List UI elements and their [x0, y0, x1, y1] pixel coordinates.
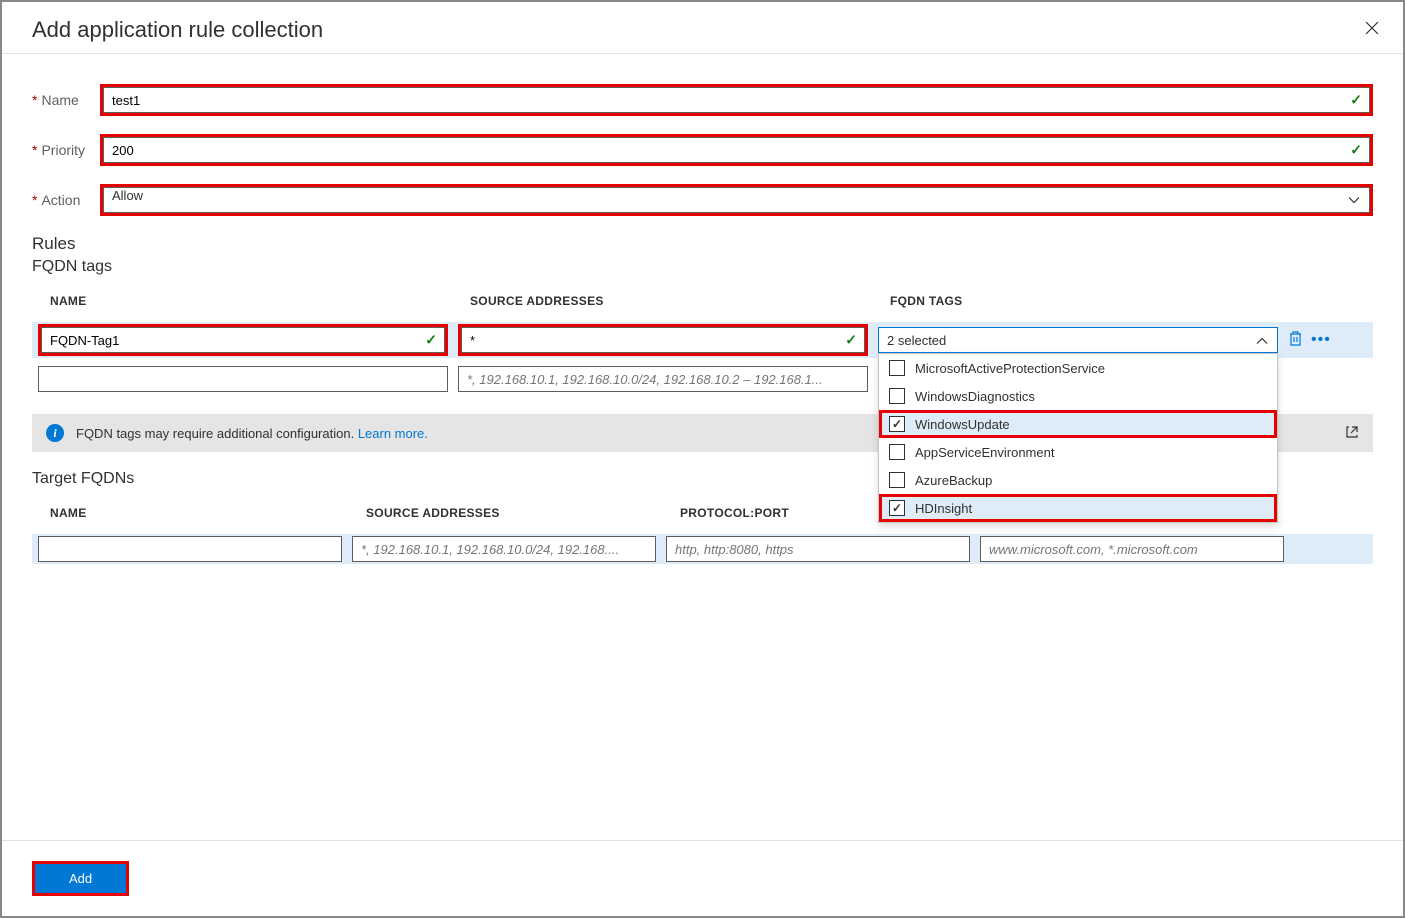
check-icon: ✓: [425, 332, 437, 349]
fqdn-tags-dropdown-list: MicrosoftActiveProtectionService Windows…: [878, 353, 1278, 523]
dropdown-item[interactable]: WindowsDiagnostics: [879, 382, 1277, 410]
checkbox-icon: [889, 388, 905, 404]
target-protocol-input[interactable]: [666, 536, 970, 562]
target-source-input[interactable]: [352, 536, 656, 562]
fqdn-tags-title: FQDN tags: [32, 258, 1373, 276]
fqdn-header-name: NAME: [50, 294, 470, 308]
close-icon: [1365, 21, 1379, 35]
more-icon[interactable]: •••: [1311, 331, 1331, 349]
info-text: FQDN tags may require additional configu…: [76, 426, 358, 441]
fqdn-header-tags: FQDN TAGS: [890, 294, 1373, 308]
page-title: Add application rule collection: [32, 17, 323, 43]
dropdown-item[interactable]: AzureBackup: [879, 466, 1277, 494]
external-link-icon[interactable]: [1345, 425, 1359, 442]
add-button[interactable]: Add: [35, 864, 126, 893]
target-fqdn-input[interactable]: [980, 536, 1284, 562]
fqdn-name-input-empty[interactable]: [38, 366, 448, 392]
checkbox-icon: [889, 360, 905, 376]
fqdn-tags-dropdown[interactable]: 2 selected: [878, 327, 1278, 353]
dropdown-item-label: WindowsUpdate: [915, 417, 1010, 432]
dropdown-item-label: AzureBackup: [915, 473, 992, 488]
fqdn-source-input-empty[interactable]: [458, 366, 868, 392]
checkbox-icon: [889, 444, 905, 460]
checkbox-icon: [889, 500, 905, 516]
target-row: [32, 534, 1373, 564]
checkbox-icon: [889, 472, 905, 488]
name-input[interactable]: [103, 87, 1370, 113]
required-marker: *: [32, 192, 37, 208]
dropdown-item[interactable]: AppServiceEnvironment: [879, 438, 1277, 466]
action-label: * Action: [32, 192, 100, 208]
dropdown-item[interactable]: MicrosoftActiveProtectionService: [879, 354, 1277, 382]
fqdn-source-input[interactable]: [461, 327, 865, 353]
priority-label: * Priority: [32, 142, 100, 158]
dropdown-item[interactable]: WindowsUpdate: [879, 410, 1277, 438]
action-select[interactable]: Allow: [103, 187, 1370, 213]
fqdn-name-input[interactable]: [41, 327, 445, 353]
trash-icon[interactable]: [1288, 330, 1303, 351]
checkbox-icon: [889, 416, 905, 432]
check-icon: ✓: [1350, 92, 1362, 109]
check-icon: ✓: [845, 332, 857, 349]
target-header-source: SOURCE ADDRESSES: [366, 506, 680, 520]
fqdn-row: ✓ ✓ 2 selected MicrosoftActiveProtection…: [32, 322, 1373, 358]
name-label: * Name: [32, 92, 100, 108]
close-button[interactable]: [1361, 14, 1383, 45]
dropdown-item-label: HDInsight: [915, 501, 972, 516]
info-icon: i: [46, 424, 64, 442]
dropdown-item[interactable]: HDInsight: [879, 494, 1277, 522]
target-header-name: NAME: [50, 506, 366, 520]
required-marker: *: [32, 92, 37, 108]
dropdown-item-label: AppServiceEnvironment: [915, 445, 1054, 460]
learn-more-link[interactable]: Learn more.: [358, 426, 428, 441]
fqdn-header-source: SOURCE ADDRESSES: [470, 294, 890, 308]
priority-input[interactable]: [103, 137, 1370, 163]
dropdown-item-label: MicrosoftActiveProtectionService: [915, 361, 1105, 376]
check-icon: ✓: [1350, 142, 1362, 159]
dropdown-item-label: WindowsDiagnostics: [915, 389, 1035, 404]
rules-section-title: Rules: [32, 234, 1373, 254]
target-name-input[interactable]: [38, 536, 342, 562]
required-marker: *: [32, 142, 37, 158]
